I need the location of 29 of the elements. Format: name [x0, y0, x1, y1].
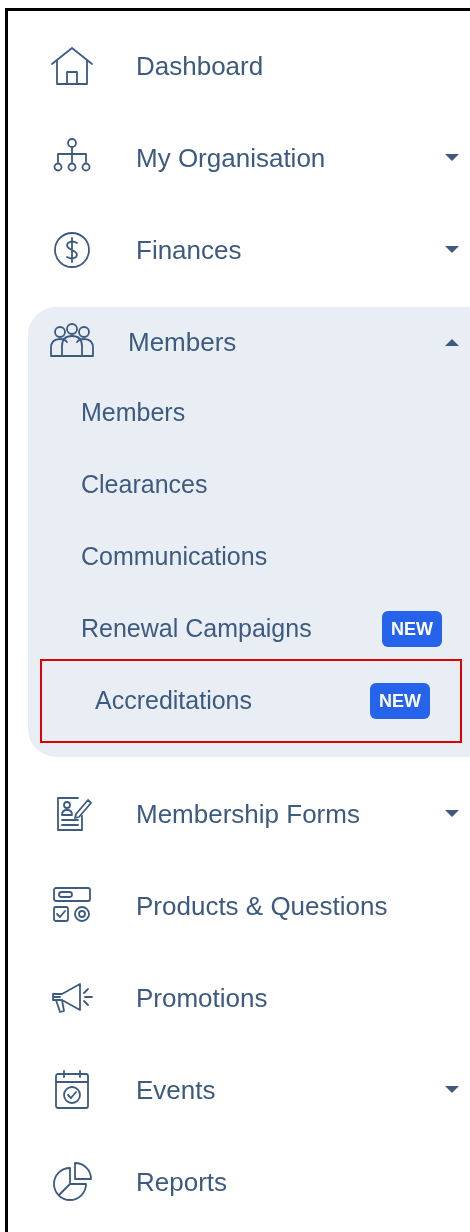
- subnav-item[interactable]: Members: [28, 377, 470, 449]
- nav-item[interactable]: Members: [28, 307, 470, 377]
- nav-item[interactable]: Reports: [8, 1136, 470, 1228]
- nav-label: Finances: [136, 233, 242, 267]
- nav-item[interactable]: My Organisation: [8, 112, 470, 204]
- nav-label: Promotions: [136, 981, 268, 1015]
- subnav-label: Renewal Campaigns: [81, 613, 312, 645]
- nav-item[interactable]: Finances: [8, 204, 470, 296]
- nav-label: Dashboard: [136, 49, 264, 83]
- nav-item[interactable]: Events: [8, 1044, 470, 1136]
- nav-label: Reports: [136, 1165, 228, 1199]
- new-badge: NEW: [382, 611, 442, 647]
- subnav-item[interactable]: Accreditations NEW: [40, 659, 462, 743]
- subnav-label: Accreditations: [95, 685, 253, 717]
- nav-item[interactable]: Products & Questions: [8, 860, 470, 952]
- subnav-item[interactable]: Communications: [28, 521, 470, 593]
- nav-label: My Organisation: [136, 141, 326, 175]
- subnav-label: Clearances: [81, 469, 208, 501]
- nav-item[interactable]: Dashboard: [8, 20, 470, 112]
- subnav-item[interactable]: Clearances: [28, 449, 470, 521]
- new-badge: NEW: [370, 683, 430, 719]
- subnav-label: Communications: [81, 541, 268, 573]
- nav-label: Membership Forms: [136, 797, 360, 831]
- nav-label: Events: [136, 1073, 216, 1107]
- nav-label: Members: [128, 325, 237, 359]
- subnav-label: Members: [81, 397, 186, 429]
- nav-item[interactable]: Promotions: [8, 952, 470, 1044]
- nav-item[interactable]: Membership Forms: [8, 768, 470, 860]
- nav-label: Products & Questions: [136, 889, 388, 923]
